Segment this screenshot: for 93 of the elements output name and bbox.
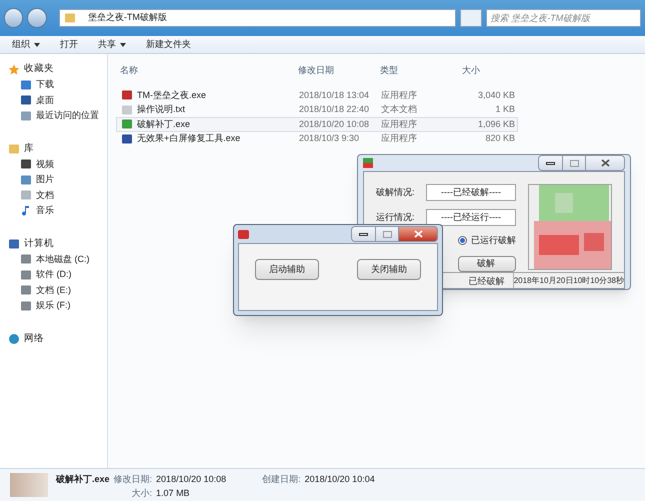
star-icon [8,64,20,76]
file-date: 2018/10/3 9:30 [298,132,360,145]
globe-icon [8,333,20,345]
document-icon [121,104,133,116]
file-row[interactable]: TM-堡垒之夜.exe 2018/10/18 13:04 应用程序 3,040 KB [116,88,518,102]
file-type: 应用程序 [380,88,418,102]
sidebar-item[interactable]: 桌面 [0,92,107,108]
toggle-button[interactable]: 关闭辅助 [357,259,421,280]
close-button[interactable] [585,155,625,171]
file-date: 2018/10/20 10:08 [298,118,370,130]
close-icon [414,230,422,238]
path-text: 堡垒之夜-TM破解版 [88,11,167,24]
sidebar-item[interactable]: 视频 [0,156,107,172]
document-icon [20,189,32,202]
column-header[interactable]: 大小 [458,64,518,78]
sidebar-item[interactable]: 娱乐 (F:) [0,298,107,314]
column-header[interactable]: 修改日期 [294,64,376,78]
sidebar-item[interactable]: 本地磁盘 (C:) [0,252,107,267]
music-note-icon [20,204,32,217]
field-value: 2018/10/20 10:04 [304,473,375,486]
file-size: 1,096 KB [476,118,515,130]
file-name: TM-堡垒之夜.exe [137,88,206,102]
search-field[interactable]: 搜索 堡垒之夜-TM破解版 [486,9,641,27]
sidebar-item[interactable]: 图片 [0,172,107,188]
caret-icon [34,42,40,46]
sidebar-item[interactable]: 收藏夹 [0,62,107,77]
minimize-button[interactable] [538,155,563,171]
file-icon [20,110,32,122]
crack-button[interactable]: 破解 [458,256,516,272]
file-icon [20,174,32,186]
file-row[interactable]: 破解补丁.exe 2018/10/20 10:08 应用程序 1,096 KB [116,117,518,132]
field-label: 大小: [130,486,152,500]
field-label: 修改日期: [114,473,152,486]
field-label: 运行情况: [376,210,416,224]
file-type: 文本文档 [380,103,418,116]
close-icon [600,159,610,167]
file-icon [121,89,133,102]
status-field: ----已经运行---- [426,209,516,226]
file-size: 1 KB [494,103,515,116]
folder-icon [8,143,20,155]
toolbar-button[interactable]: 组织 [12,38,40,52]
file-row[interactable]: 无效果+白屏修复工具.exe 2018/10/3 9:30 应用程序 820 KB [116,132,518,146]
sidebar-item[interactable]: 文档 (E:) [0,282,107,298]
sidebar-item[interactable]: 计算机 [0,236,107,252]
file-name: 无效果+白屏修复工具.exe [137,132,240,145]
forward-button[interactable] [27,8,47,28]
sidebar-item[interactable]: 下载 [0,77,107,92]
monitor-icon [8,238,20,250]
sidebar-item[interactable]: 文档 [0,188,107,203]
toggle-button[interactable]: 启动辅助 [255,259,319,280]
app-icon [238,230,249,238]
field-value: 1.07 MB [156,486,191,500]
file-size: 820 KB [484,132,515,145]
back-button[interactable] [4,8,24,28]
file-size: 3,040 KB [476,88,515,102]
sidebar-item[interactable]: 软件 (D:) [0,267,107,282]
sidebar-item[interactable]: 网络 [0,332,107,346]
file-thumbnail [10,473,48,497]
file-type: 应用程序 [380,118,418,130]
sidebar-item[interactable]: 音乐 [0,203,107,218]
toolbar-button[interactable]: 新建文件夹 [146,38,191,52]
field-label: 破解情况: [376,186,416,199]
file-icon [20,78,32,91]
toolbar-button[interactable]: 共享 [98,38,126,52]
radio-label: 已运行破解 [471,234,516,247]
radio-button[interactable] [458,236,467,246]
caret-icon [120,42,126,46]
file-row[interactable]: 操作说明.txt 2018/10/18 22:40 文本文档 1 KB [116,102,518,117]
column-header[interactable]: 名称 [116,64,294,78]
file-date: 2018/10/18 13:04 [298,88,370,102]
field-label: 创建日期: [262,473,301,486]
file-icon [20,158,32,170]
file-name: 操作说明.txt [137,103,186,116]
file-icon [20,94,32,106]
file-name: 破解补丁.exe [137,118,190,130]
sidebar-item[interactable]: 最近访问的位置 [0,108,107,124]
field-value: 2018/10/20 10:08 [156,473,226,486]
folder-icon [64,12,76,24]
minimize-button[interactable] [351,226,376,242]
address-bar[interactable]: 堡垒之夜-TM破解版 [58,9,456,27]
app-icon [363,158,373,168]
file-icon [121,132,133,145]
toolbar-button[interactable]: 打开 [60,38,78,52]
file-icon [121,118,133,130]
file-type: 应用程序 [380,132,418,145]
sidebar-item[interactable]: 库 [0,142,107,156]
status-field: ----已经破解---- [426,184,516,201]
file-name: 破解补丁.exe [56,473,110,486]
status-text: 2018年10月20日10时10分38秒 [512,272,624,288]
file-date: 2018/10/18 22:40 [298,103,370,116]
status-text: 已经破解 [468,274,506,288]
close-button[interactable] [398,226,438,242]
column-header[interactable]: 类型 [376,64,458,78]
